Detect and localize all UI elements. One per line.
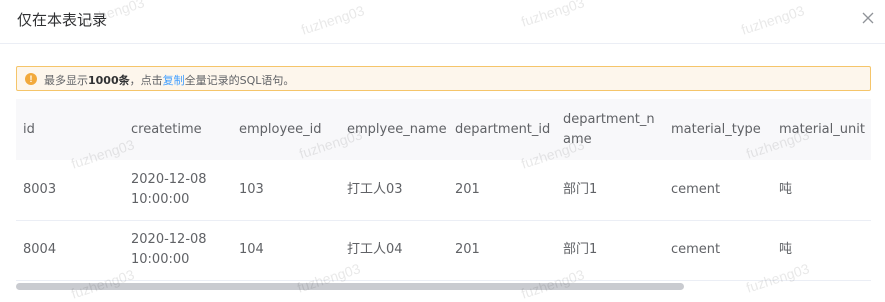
records-table: id createtime employee_id emplyee_name d… — [16, 99, 871, 281]
notice-prefix: 最多显示 — [44, 74, 88, 87]
column-header: material_unit — [779, 121, 865, 137]
notice-count: 1000条 — [88, 74, 130, 87]
table-cell: 103 — [239, 181, 264, 197]
column-header: employee_id — [239, 121, 322, 137]
table-cell: 8003 — [23, 181, 57, 197]
column-header: emplyee_name — [347, 121, 447, 137]
table-cell: 吨 — [779, 181, 793, 197]
table-header-row: id createtime employee_id emplyee_name d… — [16, 99, 871, 160]
table-row[interactable]: 8003 2020-12-08 10:00:00 103 打工人03 201 部… — [16, 160, 871, 220]
notice-bar: 最多显示1000条，点击复制全量记录的SQL语句。 — [16, 66, 871, 91]
dialog-title: 仅在本表记录 — [17, 11, 108, 29]
records-table-container[interactable]: id createtime employee_id emplyee_name d… — [16, 99, 871, 282]
table-row[interactable]: 8004 2020-12-08 10:00:00 104 打工人04 201 部… — [16, 220, 871, 280]
table-cell: 打工人04 — [347, 242, 403, 257]
warning-icon — [25, 72, 37, 86]
table-cell: 2020-12-08 10:00:00 — [124, 160, 232, 220]
table-cell: 吨 — [779, 242, 793, 257]
notice-suffix: 全量记录的SQL语句。 — [184, 74, 295, 87]
column-header: department_name — [556, 99, 664, 160]
table-cell: cement — [671, 181, 721, 197]
notice-middle: ，点击 — [129, 74, 163, 87]
horizontal-scrollbar[interactable] — [16, 283, 684, 290]
table-cell: 打工人03 — [347, 181, 403, 197]
notice-text: 最多显示1000条，点击复制全量记录的SQL语句。 — [44, 72, 294, 88]
table-cell: 201 — [455, 181, 480, 197]
dialog-header: 仅在本表记录 — [0, 0, 885, 44]
column-header-text: department_name — [563, 111, 655, 147]
column-header: material_type — [671, 121, 761, 137]
copy-link[interactable]: 复制 — [163, 74, 185, 87]
close-icon[interactable] — [859, 9, 877, 27]
cell-text: 2020-12-08 10:00:00 — [131, 171, 207, 207]
table-cell: cement — [671, 242, 721, 257]
table-cell: 201 — [455, 242, 480, 257]
table-cell: 8004 — [23, 242, 57, 257]
table-cell: 部门1 — [563, 181, 598, 197]
table-cell: 104 — [239, 242, 264, 257]
column-header: id — [23, 121, 35, 137]
table-cell: 2020-12-08 10:00:00 — [124, 220, 232, 280]
column-header: createtime — [131, 121, 202, 137]
cell-text: 2020-12-08 10:00:00 — [131, 232, 207, 267]
column-header: department_id — [455, 121, 551, 137]
table-cell: 部门1 — [563, 242, 598, 257]
